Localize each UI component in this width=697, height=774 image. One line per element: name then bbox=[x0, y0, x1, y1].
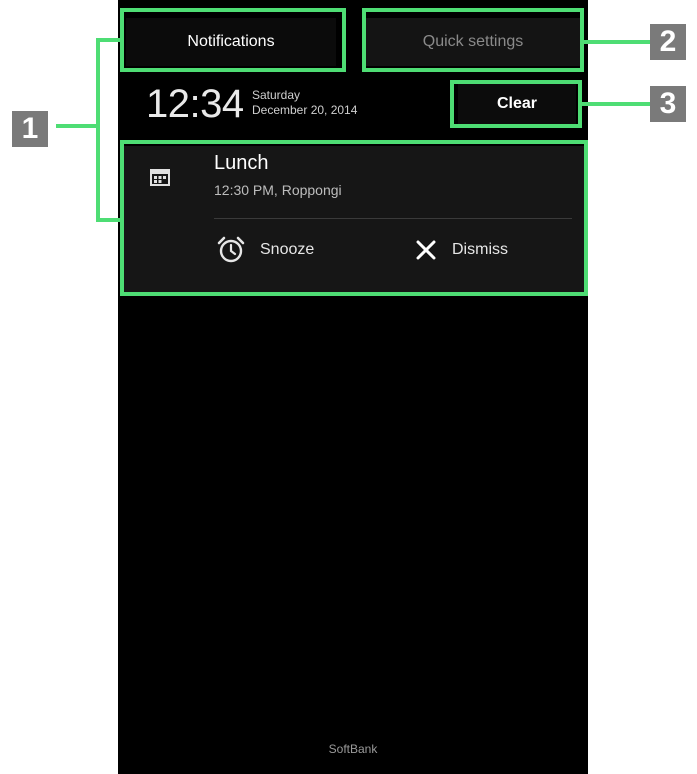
close-icon bbox=[414, 238, 438, 262]
tab-quick-settings[interactable]: Quick settings bbox=[366, 18, 580, 66]
callout-badge-2: 2 bbox=[650, 24, 686, 60]
calendar-notification[interactable]: Lunch 12:30 PM, Roppongi Snooze Dismiss bbox=[124, 146, 584, 292]
date-label: December 20, 2014 bbox=[252, 103, 358, 117]
callout-badge-1: 1 bbox=[12, 111, 48, 147]
time-date-header: 12:34 Saturday December 20, 2014 Clear bbox=[118, 72, 588, 136]
callout-badge-3: 3 bbox=[650, 86, 686, 122]
notification-shade-tabbar: Notifications Quick settings bbox=[118, 8, 588, 72]
weekday-label: Saturday bbox=[252, 88, 301, 102]
snooze-label: Snooze bbox=[260, 241, 315, 258]
calendar-icon bbox=[150, 169, 170, 186]
snooze-button[interactable]: Snooze bbox=[216, 234, 314, 266]
clock-time: 12:34 bbox=[146, 82, 244, 126]
carrier-label: SoftBank bbox=[328, 742, 378, 756]
tab-notifications[interactable]: Notifications bbox=[126, 18, 336, 66]
clear-all-button[interactable]: Clear bbox=[458, 84, 576, 124]
callout-1-bracket-vertical bbox=[96, 38, 100, 222]
callout-2-leader bbox=[584, 40, 650, 44]
divider bbox=[214, 218, 572, 219]
notification-title: Lunch bbox=[214, 152, 269, 174]
callout-1-leader bbox=[56, 124, 98, 128]
alarm-clock-icon bbox=[216, 235, 246, 265]
dismiss-label: Dismiss bbox=[452, 241, 508, 258]
callout-3-leader bbox=[582, 102, 650, 106]
notification-subtitle: 12:30 PM, Roppongi bbox=[214, 182, 342, 198]
dismiss-button[interactable]: Dismiss bbox=[414, 234, 508, 266]
date-block: Saturday December 20, 2014 bbox=[252, 88, 357, 118]
callout-1-bracket-bottom bbox=[96, 218, 122, 222]
